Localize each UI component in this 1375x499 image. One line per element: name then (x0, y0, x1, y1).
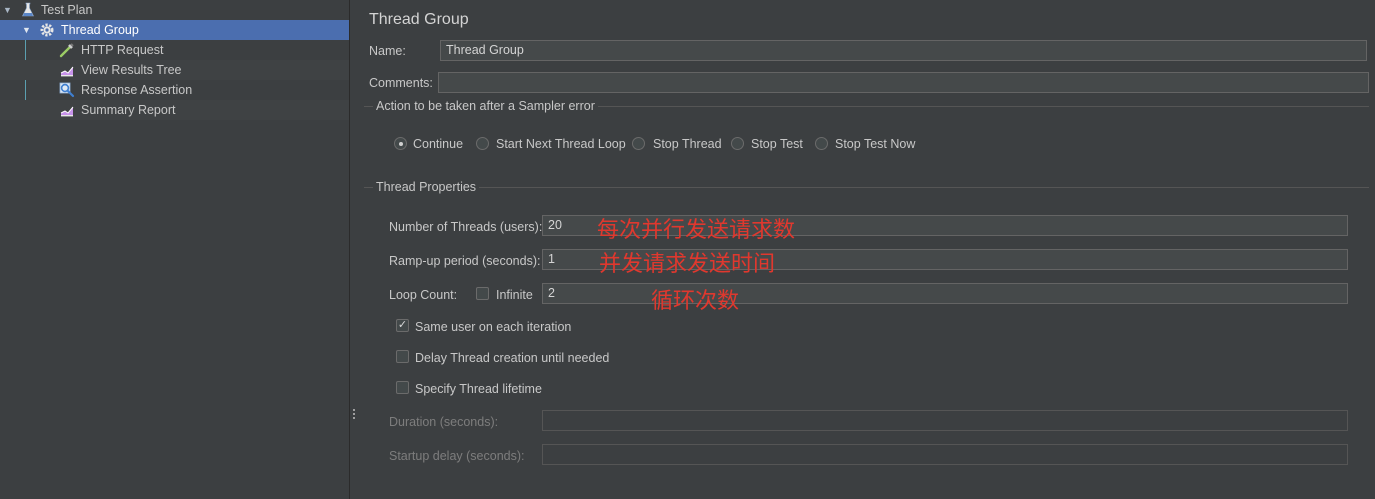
tree-item-label: Test Plan (41, 3, 93, 17)
tree-item-label: HTTP Request (81, 43, 164, 57)
splitter-grip-icon (353, 413, 355, 415)
delay-thread-checkbox[interactable] (396, 350, 409, 363)
comments-field[interactable] (438, 72, 1369, 93)
threads-annotation: 每次并行发送请求数 (597, 218, 796, 243)
thread-properties-border (364, 187, 1369, 188)
splitter-grip-icon (353, 409, 355, 411)
thread-group-panel: Thread Group Name: Thread Group Comments… (358, 0, 1375, 499)
name-field[interactable]: Thread Group (440, 40, 1367, 61)
test-plan-tree[interactable]: ▼ Test Plan ▼ Thread Group HTTP Request … (0, 0, 350, 499)
expand-arrow-icon[interactable]: ▼ (3, 0, 13, 20)
infinite-label[interactable]: Infinite (496, 288, 533, 302)
gear-icon (40, 23, 54, 37)
tree-item-label: Thread Group (61, 23, 139, 37)
thread-lifetime-checkbox[interactable] (396, 381, 409, 394)
stop-test-now-label[interactable]: Stop Test Now (835, 137, 915, 151)
sampler-error-legend: Action to be taken after a Sampler error (373, 99, 598, 113)
chart-icon (60, 66, 74, 77)
tree-item-response-assertion[interactable]: Response Assertion (0, 80, 349, 100)
same-user-checkbox[interactable]: ✓ (396, 319, 409, 332)
infinite-checkbox[interactable] (476, 287, 489, 300)
tree-item-label: Response Assertion (81, 83, 193, 97)
tree-item-label: Summary Report (81, 103, 176, 117)
start-next-thread-loop-radio[interactable] (476, 137, 489, 150)
pipette-icon (59, 43, 74, 58)
checkmark-icon: ✓ (397, 319, 408, 331)
panel-splitter[interactable] (350, 0, 358, 499)
thread-properties-legend: Thread Properties (373, 180, 480, 194)
rampup-label: Ramp-up period (seconds): (389, 254, 541, 268)
tree-item-test-plan[interactable]: ▼ Test Plan (0, 0, 349, 20)
loop-annotation: 循环次数 (651, 289, 740, 314)
tree-item-label: View Results Tree (81, 63, 182, 77)
splitter-grip-icon (353, 417, 355, 419)
expand-arrow-icon[interactable]: ▼ (22, 20, 32, 40)
tree-item-summary-report[interactable]: Summary Report (0, 100, 349, 120)
startup-delay-field[interactable] (542, 444, 1348, 465)
tree-item-thread-group[interactable]: ▼ Thread Group (0, 20, 349, 40)
stop-thread-radio[interactable] (632, 137, 645, 150)
stop-test-label[interactable]: Stop Test (751, 137, 803, 151)
page-title: Thread Group (369, 11, 469, 28)
duration-label: Duration (seconds): (389, 415, 499, 429)
tree-item-http-request[interactable]: HTTP Request (0, 40, 349, 60)
duration-field[interactable] (542, 410, 1348, 431)
continue-radio[interactable] (394, 137, 407, 150)
delay-thread-label[interactable]: Delay Thread creation until needed (415, 351, 609, 365)
start-next-thread-loop-label[interactable]: Start Next Thread Loop (496, 137, 626, 151)
stop-thread-label[interactable]: Stop Thread (653, 137, 722, 151)
thread-lifetime-label[interactable]: Specify Thread lifetime (415, 382, 542, 396)
comments-label: Comments: (369, 76, 433, 90)
same-user-label[interactable]: Same user on each iteration (415, 320, 571, 334)
startup-delay-label: Startup delay (seconds): (389, 449, 525, 463)
stop-test-now-radio[interactable] (815, 137, 828, 150)
magnifier-icon (59, 82, 75, 98)
chart-icon (60, 106, 74, 117)
loop-count-label: Loop Count: (389, 288, 458, 302)
threads-label: Number of Threads (users): (389, 220, 543, 234)
name-label: Name: (369, 44, 406, 58)
tree-item-view-results-tree[interactable]: View Results Tree (0, 60, 349, 80)
flask-icon (22, 2, 34, 17)
stop-test-radio[interactable] (731, 137, 744, 150)
rampup-annotation: 并发请求发送时间 (599, 252, 776, 277)
continue-label[interactable]: Continue (413, 137, 463, 151)
